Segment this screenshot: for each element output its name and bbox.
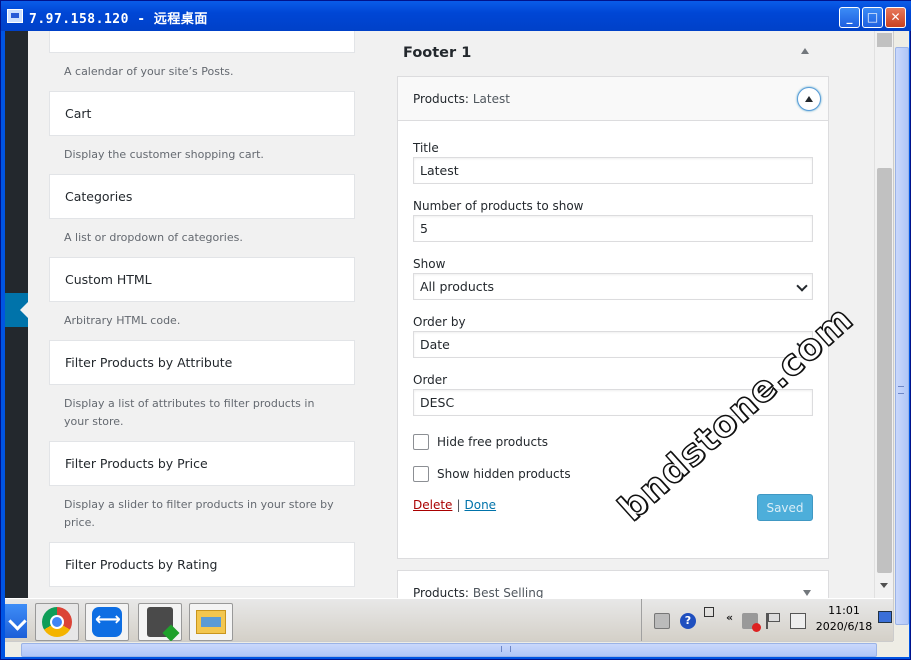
tray-expand-icon[interactable]: «	[726, 611, 742, 627]
outer-hscroll-thumb[interactable]	[21, 643, 877, 657]
taskbar-explorer[interactable]	[189, 603, 233, 641]
orderby-select[interactable]: Date	[413, 331, 813, 358]
widget-name: Products:	[413, 91, 469, 106]
admin-menu	[5, 31, 28, 601]
widget-header[interactable]: Products: Latest	[398, 77, 828, 121]
widget-products-latest: Products: Latest Title Latest Number of …	[397, 76, 829, 559]
page-scrollbar[interactable]	[874, 31, 893, 601]
widget-item-calendar[interactable]: A calendar of your site’s Posts.	[49, 31, 355, 91]
window-switch-icon[interactable]	[704, 607, 714, 617]
grip-icon	[501, 646, 511, 652]
widget-toggle-icon[interactable]	[797, 87, 821, 111]
active-menu-indicator	[5, 293, 28, 327]
widget-description: A calendar of your site’s Posts.	[64, 65, 234, 78]
sidebar-title[interactable]: Footer 1	[388, 31, 848, 75]
widget-title[interactable]: Cart	[49, 91, 355, 136]
scroll-up-button[interactable]	[877, 33, 892, 47]
widget-item-categories[interactable]: Categories A list or dropdown of categor…	[49, 174, 355, 257]
widgets-page: A calendar of your site’s Posts. Cart Di…	[28, 31, 874, 601]
number-label: Number of products to show	[413, 199, 584, 213]
widget-header[interactable]: Products: Best Selling	[398, 571, 828, 601]
clock-date: 2020/6/18	[815, 620, 873, 633]
taskbar-chrome[interactable]	[35, 603, 79, 641]
hide-free-label: Hide free products	[437, 435, 549, 449]
show-desktop-icon[interactable]	[878, 611, 892, 623]
outer-vscroll-thumb[interactable]	[895, 47, 909, 625]
scrollbar-corner	[893, 641, 909, 657]
taskbar: ? « 11:01 2020/6/18	[5, 598, 893, 641]
widget-form: Title Latest Number of products to show …	[398, 121, 828, 528]
explorer-icon	[196, 610, 226, 634]
widget-item-cart[interactable]: Cart Display the customer shopping cart.	[49, 91, 355, 174]
action-center-flag-icon[interactable]	[766, 613, 782, 629]
window-titlebar[interactable]: 7.97.158.120 - 远程桌面 _ □ ✕	[1, 1, 911, 31]
widget-subtitle: Latest	[472, 91, 510, 106]
orderby-label: Order by	[413, 315, 466, 329]
window-title: 7.97.158.120 - 远程桌面	[29, 12, 208, 27]
chrome-icon	[42, 607, 72, 637]
lock-icon	[147, 607, 173, 637]
widget-description: A list or dropdown of categories.	[64, 231, 243, 244]
sidebar-footer-1: Footer 1 Products: Latest Title Latest N…	[388, 31, 848, 601]
scrollbar-thumb[interactable]	[877, 168, 892, 573]
clock-time: 11:01	[828, 604, 860, 617]
widget-description: Display the customer shopping cart.	[64, 148, 264, 161]
system-tray: ? « 11:01 2020/6/18	[641, 599, 893, 641]
hide-free-checkbox[interactable]	[413, 434, 429, 450]
widget-description: Arbitrary HTML code.	[64, 314, 181, 327]
widget-title[interactable]: Filter Products by Rating	[49, 542, 355, 587]
remote-desktop-window: 7.97.158.120 - 远程桌面 _ □ ✕ A calendar of …	[0, 0, 911, 660]
clock[interactable]: 11:01 2020/6/18	[814, 603, 874, 635]
outer-horizontal-scrollbar[interactable]	[5, 641, 893, 657]
remote-desktop-icon	[7, 9, 23, 23]
taskbar-teamviewer[interactable]	[85, 603, 129, 641]
scroll-down-icon[interactable]	[880, 583, 888, 588]
teamviewer-icon	[92, 607, 122, 637]
close-button[interactable]: ✕	[885, 7, 906, 28]
show-label: Show	[413, 257, 446, 271]
widget-item-filter-rating[interactable]: Filter Products by Rating Display a list…	[49, 542, 355, 601]
grip-icon	[898, 386, 904, 394]
show-select[interactable]: All products	[413, 273, 813, 300]
sidebar-title-text: Footer 1	[403, 45, 472, 61]
number-input[interactable]: 5	[413, 215, 813, 242]
minimize-button[interactable]: _	[839, 7, 860, 28]
widget-actions: Delete | Done Saved	[413, 494, 813, 528]
delete-link[interactable]: Delete	[413, 498, 452, 512]
keyboard-icon[interactable]	[654, 613, 670, 629]
show-hidden-row[interactable]: Show hidden products	[413, 466, 813, 482]
widget-description: Display a slider to filter products in y…	[64, 498, 334, 529]
start-button[interactable]	[5, 604, 27, 638]
remote-screen: A calendar of your site’s Posts. Cart Di…	[5, 31, 893, 641]
widget-item-filter-attribute[interactable]: Filter Products by Attribute Display a l…	[49, 340, 355, 441]
outer-vertical-scrollbar[interactable]	[893, 31, 909, 641]
help-icon[interactable]: ?	[680, 613, 696, 629]
action-separator: |	[456, 498, 461, 512]
title-input[interactable]: Latest	[413, 157, 813, 184]
expand-arrow-icon[interactable]	[803, 590, 811, 596]
done-link[interactable]: Done	[464, 498, 496, 512]
saved-button[interactable]: Saved	[757, 494, 813, 521]
widget-title[interactable]: Filter Products by Attribute	[49, 340, 355, 385]
widget-item-filter-price[interactable]: Filter Products by Price Display a slide…	[49, 441, 355, 542]
widget-title[interactable]: Custom HTML	[49, 257, 355, 302]
widget-title[interactable]	[49, 31, 355, 53]
show-hidden-checkbox[interactable]	[413, 466, 429, 482]
sound-muted-icon[interactable]	[742, 613, 761, 632]
taskbar-lock-app[interactable]	[138, 603, 182, 641]
widget-item-custom-html[interactable]: Custom HTML Arbitrary HTML code.	[49, 257, 355, 340]
widget-title[interactable]: Filter Products by Price	[49, 441, 355, 486]
show-hidden-label: Show hidden products	[437, 467, 571, 481]
hide-free-row[interactable]: Hide free products	[413, 434, 813, 450]
widget-products-best-selling[interactable]: Products: Best Selling	[397, 570, 829, 601]
title-label: Title	[413, 141, 439, 155]
widget-description: Display a list of attributes to filter p…	[64, 397, 315, 428]
available-widgets: A calendar of your site’s Posts. Cart Di…	[49, 31, 355, 601]
widget-title[interactable]: Categories	[49, 174, 355, 219]
collapse-arrow-icon[interactable]	[801, 48, 809, 54]
maximize-button[interactable]: □	[862, 7, 883, 28]
network-icon[interactable]	[790, 613, 806, 629]
